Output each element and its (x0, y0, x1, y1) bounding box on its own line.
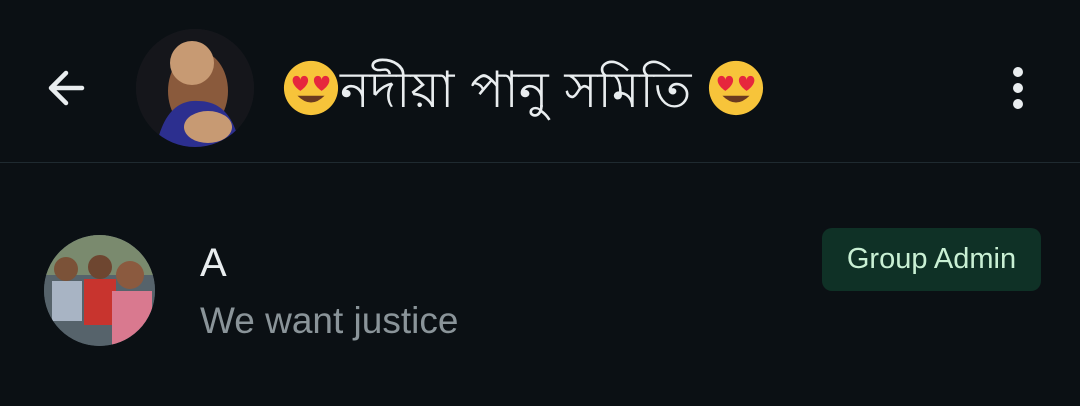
more-options-button[interactable] (996, 60, 1040, 116)
chat-header: নদীয়া পানু সমিতি (0, 0, 1080, 163)
back-button[interactable] (36, 58, 96, 118)
arrow-left-icon (48, 70, 85, 106)
member-avatar-image (44, 235, 155, 346)
group-avatar-image (136, 29, 254, 147)
heart-eyes-emoji-right (709, 60, 764, 116)
heart-eyes-emoji-left (283, 60, 339, 116)
member-name: A (200, 241, 227, 285)
group-title[interactable]: নদীয়া পানু সমিতি (282, 50, 765, 130)
group-admin-badge: Group Admin (822, 228, 1041, 291)
more-vertical-icon (1013, 67, 1023, 109)
member-status: We want justice (200, 300, 459, 341)
member-avatar[interactable] (44, 235, 155, 346)
member-list-item[interactable]: A We want justice Group Admin (0, 210, 1080, 370)
group-avatar[interactable] (136, 29, 254, 147)
group-title-text: নদীয়া পানু সমিতি (340, 61, 692, 119)
